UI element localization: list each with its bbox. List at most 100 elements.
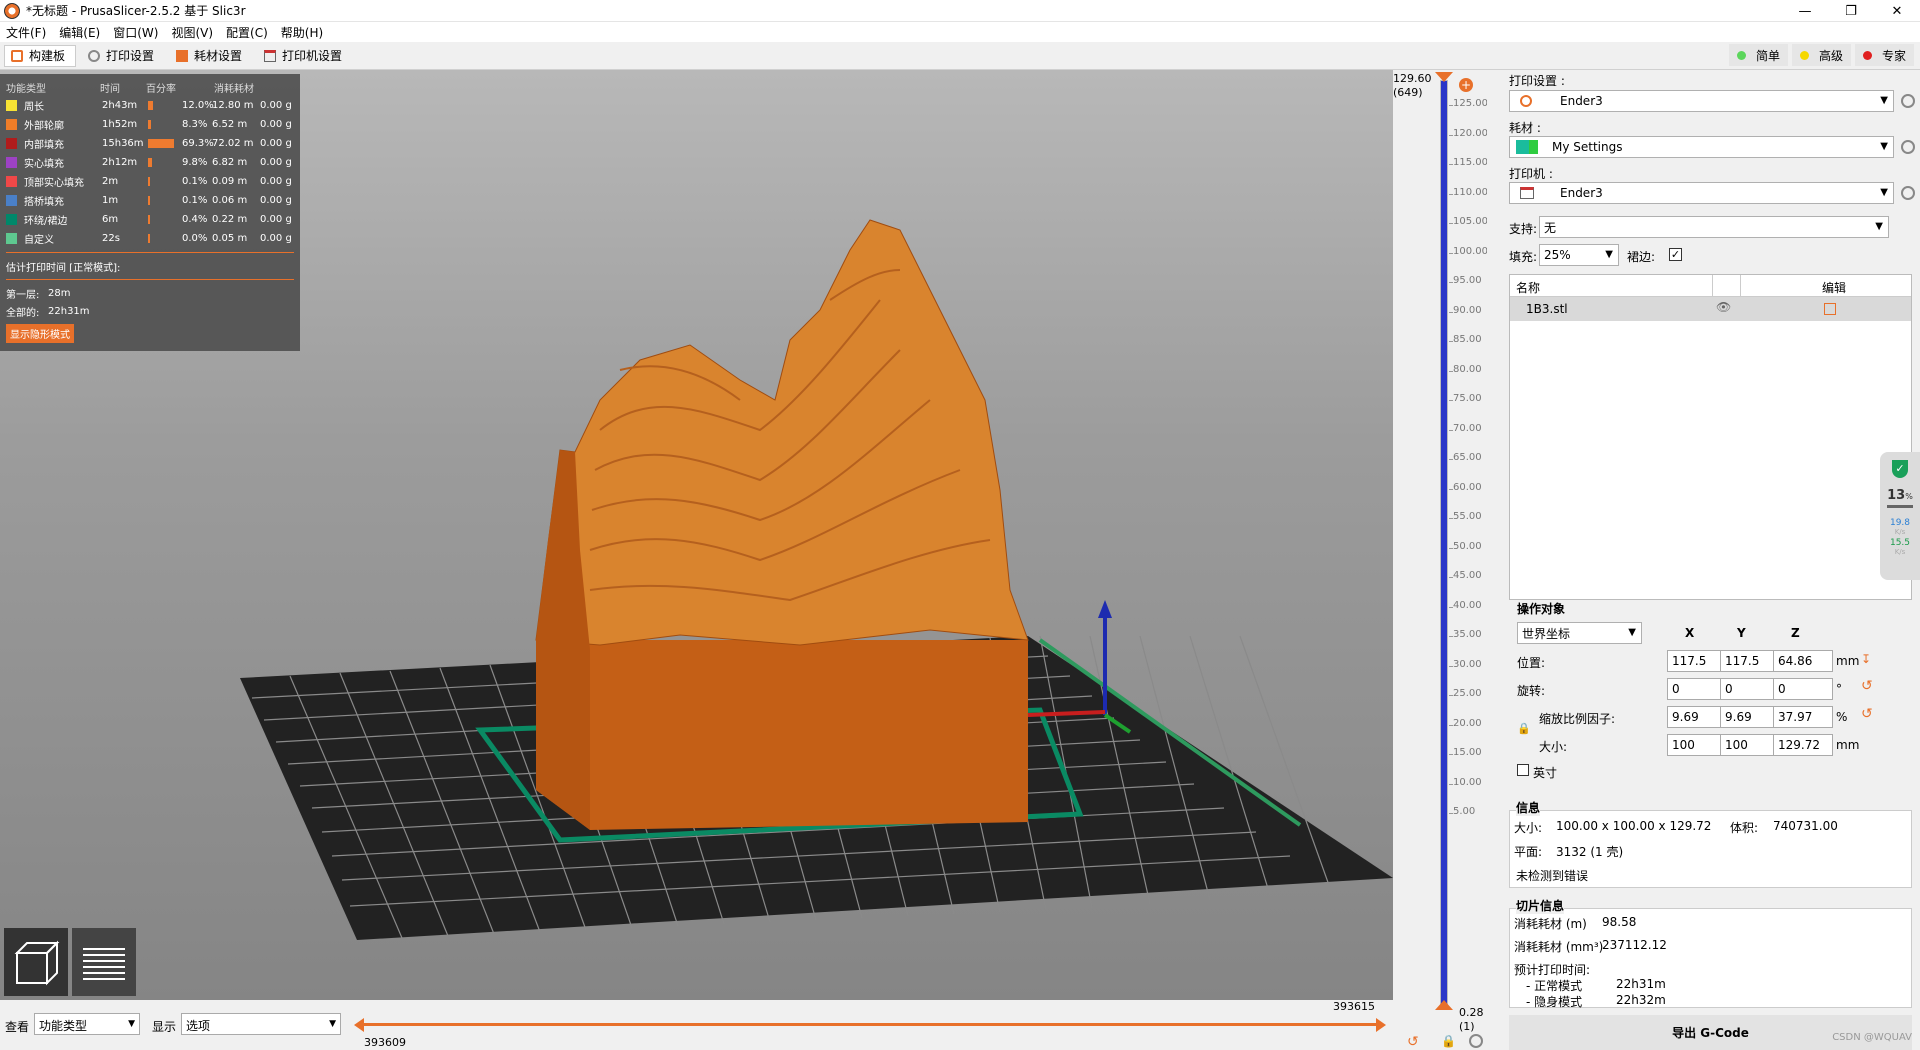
net-download-value: 15.5 [1889, 538, 1911, 548]
legend-color-swatch [6, 214, 17, 225]
minimize-button[interactable]: — [1782, 0, 1828, 22]
printer-icon [264, 49, 277, 62]
scale-z-input[interactable]: 37.97 [1773, 706, 1833, 728]
tab-print-settings[interactable]: 打印设置 [82, 45, 164, 67]
printer-combo[interactable]: Ender3 ▼ [1509, 182, 1894, 204]
layer-slider-fill [1441, 81, 1447, 1009]
drop-to-bed-icon[interactable]: ↧ [1861, 652, 1871, 666]
rotation-unit: ° [1836, 682, 1842, 696]
menu-help[interactable]: 帮助(H) [281, 24, 323, 41]
infill-combo[interactable]: 25% ▼ [1539, 244, 1619, 266]
object-list[interactable]: 名称 编辑 1B3.stl 👁 [1509, 274, 1912, 600]
scale-lock-icon[interactable]: 🔒 [1517, 722, 1531, 735]
mode-advanced-button[interactable]: 高级 [1791, 44, 1851, 66]
network-speed-widget: ✓ 13% 19.8 K/s 15.5 K/s [1880, 452, 1920, 580]
menu-edit[interactable]: 编辑(E) [59, 24, 100, 41]
maximize-button[interactable]: ❐ [1828, 0, 1874, 22]
edit-object-icon[interactable] [1824, 303, 1836, 315]
layer-tick-mark [1449, 459, 1453, 460]
legend-percent-bar-fill [148, 101, 153, 110]
filament-combo[interactable]: My Settings ▼ [1509, 136, 1894, 158]
position-y-input[interactable]: 117.5 [1720, 650, 1780, 672]
info-volume-label: 体积: [1730, 821, 1759, 835]
tab-printer-settings[interactable]: 打印机设置 [258, 45, 352, 67]
chevron-down-icon: ▼ [329, 1019, 336, 1029]
edit-filament-gear-icon[interactable] [1901, 140, 1915, 154]
scale-unit: % [1836, 710, 1848, 724]
undo-arrow-icon[interactable]: ↺ [1407, 1034, 1419, 1050]
object-list-col-divider [1712, 275, 1713, 297]
rotation-z-input[interactable]: 0 [1773, 678, 1833, 700]
layer-bottom-thumb[interactable] [1435, 1000, 1453, 1010]
mode-simple-button[interactable]: 简单 [1728, 44, 1788, 66]
legend-header-percent: 百分率 [146, 84, 176, 95]
print-settings-combo[interactable]: Ender3 ▼ [1509, 90, 1894, 112]
menu-window[interactable]: 窗口(W) [113, 24, 158, 41]
position-unit: mm [1836, 654, 1860, 668]
spool-icon [176, 49, 189, 62]
layer-tick-label: 70.00 [1453, 422, 1482, 434]
lock-icon[interactable]: 🔒 [1441, 1034, 1456, 1048]
layer-top-value: 129.60 [1393, 72, 1432, 85]
legend-percent: 0.1% [182, 195, 208, 206]
size-z-input[interactable]: 129.72 [1773, 734, 1833, 756]
move-slider-left-thumb[interactable] [354, 1018, 364, 1032]
scale-x-input[interactable]: 9.69 [1667, 706, 1727, 728]
watermark: CSDN @WQUAV [1832, 1032, 1912, 1043]
size-x-input[interactable]: 100 [1667, 734, 1727, 756]
chevron-down-icon: ▼ [1628, 627, 1636, 638]
info-errors: 未检测到错误 [1516, 869, 1589, 883]
brim-checkbox[interactable]: ✓ [1669, 248, 1682, 261]
tab-plater[interactable]: 构建板 [4, 44, 77, 67]
object-list-item[interactable]: 1B3.stl 👁 [1510, 297, 1911, 321]
show-stealth-mode-button[interactable]: 显示隐形模式 [6, 324, 74, 343]
coordinate-system-combo[interactable]: 世界坐标 ▼ [1517, 622, 1642, 644]
legend-length: 12.80 m [212, 100, 254, 111]
size-y-input[interactable]: 100 [1720, 734, 1780, 756]
size-label: 大小: [1539, 740, 1568, 754]
edit-print-settings-gear-icon[interactable] [1901, 94, 1915, 108]
add-color-change-icon[interactable]: + [1459, 78, 1473, 92]
legend-row: 内部填充 15h36m 69.3% 72.02 m 0.00 g [6, 134, 294, 153]
support-combo[interactable]: 无 ▼ [1539, 216, 1889, 238]
view-type-select[interactable]: 功能类型 ▼ [34, 1013, 140, 1035]
legend-percent-bar [148, 158, 182, 167]
rotation-y-input[interactable]: 0 [1720, 678, 1780, 700]
3d-viewport[interactable]: 功能类型 时间 百分率 消耗耗材 周长 2h43m 12.0% 12.80 m 0.00… [0, 70, 1393, 1000]
show-label: 显示 [152, 1020, 177, 1034]
legend-weight: 0.00 g [260, 119, 292, 130]
layer-tick-label: 75.00 [1453, 393, 1482, 404]
layer-top-thumb[interactable] [1435, 72, 1453, 82]
position-z-input[interactable]: 64.86 [1773, 650, 1833, 672]
tab-filament-settings[interactable]: 耗材设置 [170, 45, 252, 67]
preview-view-button[interactable] [72, 928, 136, 996]
layer-tick-label: 60.00 [1453, 481, 1482, 493]
reset-rotation-icon[interactable]: ↺ [1861, 678, 1873, 694]
slider-settings-gear-icon[interactable] [1469, 1034, 1483, 1048]
layer-slider-track[interactable] [1440, 80, 1448, 1010]
show-options-select[interactable]: 选项 ▼ [181, 1013, 341, 1035]
close-button[interactable]: ✕ [1874, 0, 1920, 22]
mode-expert-button[interactable]: 专家 [1854, 44, 1914, 66]
info-facets-value: 3132 (1 壳) [1556, 845, 1624, 859]
edit-printer-gear-icon[interactable] [1901, 186, 1915, 200]
move-slider-right-thumb[interactable] [1376, 1018, 1386, 1032]
legend-feature-name: 外部轮廓 [24, 121, 64, 132]
menu-config[interactable]: 配置(C) [226, 24, 268, 41]
menu-view[interactable]: 视图(V) [171, 24, 213, 41]
filament-label: 耗材 : [1509, 121, 1541, 135]
scale-y-input[interactable]: 9.69 [1720, 706, 1780, 728]
rotation-x-input[interactable]: 0 [1667, 678, 1727, 700]
support-value: 无 [1544, 220, 1557, 235]
inch-checkbox[interactable] [1517, 764, 1529, 776]
layer-slider[interactable]: 129.60 (649) + 125.00 120.00 115.00 110.00 1… [1393, 70, 1488, 1050]
3d-view-button[interactable] [4, 928, 68, 996]
legend-time: 1h52m [102, 119, 138, 130]
reset-scale-icon[interactable]: ↺ [1861, 706, 1873, 722]
position-x-input[interactable]: 117.5 [1667, 650, 1727, 672]
eye-icon[interactable]: 👁 [1716, 300, 1731, 314]
menu-file[interactable]: 文件(F) [6, 24, 46, 41]
layer-bottom-value: 0.28 [1459, 1006, 1484, 1019]
legend-percent: 69.3% [182, 138, 214, 149]
move-slider-track[interactable] [358, 1023, 1376, 1026]
